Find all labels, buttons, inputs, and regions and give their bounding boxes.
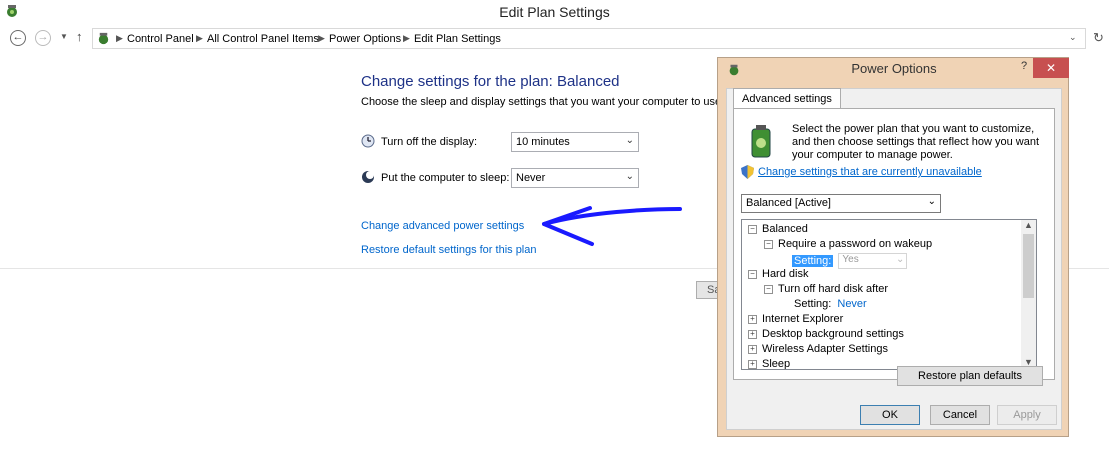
control-panel-icon — [96, 31, 111, 49]
tree-node-turn-off-hard-disk[interactable]: − Turn off hard disk after — [764, 283, 888, 295]
chevron-down-icon: ⌄ — [625, 171, 634, 182]
tree-node-sleep[interactable]: + Sleep — [748, 358, 791, 370]
address-dropdown-icon[interactable]: ⌄ — [1069, 32, 1077, 43]
chevron-down-icon: ⌄ — [625, 135, 634, 146]
breadcrumb-power-options[interactable]: Power Options — [329, 33, 401, 45]
tree-node-label: Turn off hard disk after — [778, 283, 889, 295]
page-heading: Change settings for the plan: Balanced — [361, 73, 620, 90]
tree-setting-row[interactable]: Setting: Never — [794, 298, 867, 310]
collapse-icon[interactable]: − — [748, 224, 757, 234]
expand-icon[interactable]: + — [748, 314, 757, 324]
change-unavailable-settings-link[interactable]: Change settings that are currently unava… — [758, 166, 982, 178]
back-icon[interactable]: ← — [10, 30, 26, 46]
tree-node-label: Hard disk — [762, 268, 809, 280]
help-icon[interactable]: ? — [1021, 60, 1027, 72]
password-setting-value: Yes — [842, 254, 859, 265]
collapse-icon[interactable]: − — [764, 284, 773, 294]
breadcrumb-separator-icon: ▶ — [196, 33, 203, 43]
dialog-body: Advanced settings Select the power plan … — [726, 88, 1062, 430]
tree-node-label: Sleep — [762, 358, 791, 370]
tree-scrollbar[interactable]: ▲ ▼ — [1021, 220, 1036, 369]
battery-plan-icon — [746, 125, 776, 162]
tree-node-label: Wireless Adapter Settings — [762, 343, 888, 355]
breadcrumb-all-items[interactable]: All Control Panel Items — [207, 33, 319, 45]
password-setting-select[interactable]: Yes ⌄ — [838, 253, 908, 269]
hard-disk-setting-value[interactable]: Never — [837, 298, 866, 310]
expand-icon[interactable]: + — [748, 359, 757, 369]
power-options-dialog: Power Options ? ✕ Advanced settings Sele… — [717, 57, 1069, 437]
tree-node-desktop-background[interactable]: + Desktop background settings — [748, 328, 904, 340]
uac-shield-icon — [741, 165, 754, 182]
breadcrumb-control-panel[interactable]: Control Panel — [127, 33, 194, 45]
title-bar: Edit Plan Settings — [0, 0, 1109, 24]
page-description: Choose the sleep and display settings th… — [361, 96, 725, 108]
forward-icon[interactable]: → — [35, 30, 51, 46]
tree-node-label: Balanced — [762, 223, 808, 235]
up-icon[interactable]: ↑ — [76, 29, 83, 44]
tree-node-label: Desktop background settings — [762, 328, 904, 340]
breadcrumb-separator-icon: ▶ — [318, 33, 325, 43]
setting-label: Setting: — [794, 298, 832, 310]
tree-node-require-password[interactable]: − Require a password on wakeup — [764, 238, 932, 250]
setting-label: Setting: — [792, 254, 834, 267]
annotation-arrow — [542, 206, 682, 246]
display-timeout-select[interactable]: 10 minutes ⌄ — [511, 132, 639, 152]
settings-tree[interactable]: − Balanced − Require a password on wakeup … — [741, 219, 1037, 370]
window-title: Edit Plan Settings — [499, 4, 610, 20]
recent-pages-icon[interactable]: ▼ — [60, 32, 68, 41]
expand-icon[interactable]: + — [748, 344, 757, 354]
chevron-down-icon: ⌄ — [927, 196, 936, 207]
sleep-timeout-value: Never — [516, 172, 546, 184]
sleep-icon — [361, 170, 375, 187]
power-plan-value: Balanced [Active] — [746, 197, 831, 209]
sleep-label: Put the computer to sleep: — [381, 172, 510, 184]
breadcrumb-separator-icon: ▶ — [116, 33, 123, 43]
chevron-down-icon: ⌄ — [895, 254, 905, 265]
breadcrumb-separator-icon: ▶ — [403, 33, 410, 43]
navigation-bar: ← → ▼ ↑ ▶ Control Panel ▶ All Control Pa… — [0, 28, 1109, 50]
sleep-timeout-select[interactable]: Never ⌄ — [511, 168, 639, 188]
close-icon[interactable]: ✕ — [1033, 58, 1069, 78]
collapse-icon[interactable]: − — [764, 239, 773, 249]
restore-plan-defaults-button[interactable]: Restore plan defaults — [897, 366, 1043, 386]
tree-node-hard-disk[interactable]: − Hard disk — [748, 268, 808, 280]
tree-node-balanced[interactable]: − Balanced — [748, 223, 808, 235]
collapse-icon[interactable]: − — [748, 269, 757, 279]
tree-node-wireless-adapter[interactable]: + Wireless Adapter Settings — [748, 343, 888, 355]
tree-node-label: Require a password on wakeup — [778, 238, 933, 250]
apply-button[interactable]: Apply — [997, 405, 1057, 425]
tree-setting-row[interactable]: Setting: Yes ⌄ — [792, 253, 908, 269]
advanced-power-settings-link[interactable]: Change advanced power settings — [361, 220, 524, 232]
ok-button[interactable]: OK — [860, 405, 920, 425]
power-plan-select[interactable]: Balanced [Active] ⌄ — [741, 194, 941, 213]
tree-node-internet-explorer[interactable]: + Internet Explorer — [748, 313, 843, 325]
dialog-title: Power Options — [851, 61, 937, 76]
tab-advanced-settings[interactable]: Advanced settings — [733, 88, 841, 109]
display-timeout-value: 10 minutes — [516, 136, 570, 148]
restore-defaults-link[interactable]: Restore default settings for this plan — [361, 244, 536, 256]
cancel-button[interactable]: Cancel — [930, 405, 990, 425]
scroll-up-icon[interactable]: ▲ — [1024, 220, 1033, 230]
display-label: Turn off the display: — [381, 136, 477, 148]
scrollbar-thumb[interactable] — [1023, 234, 1034, 298]
advanced-settings-panel: Select the power plan that you want to c… — [733, 108, 1055, 380]
refresh-icon[interactable]: ↻ — [1093, 30, 1104, 46]
tree-node-label: Internet Explorer — [762, 313, 844, 325]
address-bar[interactable]: ▶ Control Panel ▶ All Control Panel Item… — [92, 28, 1086, 49]
display-icon — [361, 134, 375, 151]
intro-text: Select the power plan that you want to c… — [792, 123, 1040, 161]
expand-icon[interactable]: + — [748, 329, 757, 339]
breadcrumb-edit-plan[interactable]: Edit Plan Settings — [414, 33, 501, 45]
